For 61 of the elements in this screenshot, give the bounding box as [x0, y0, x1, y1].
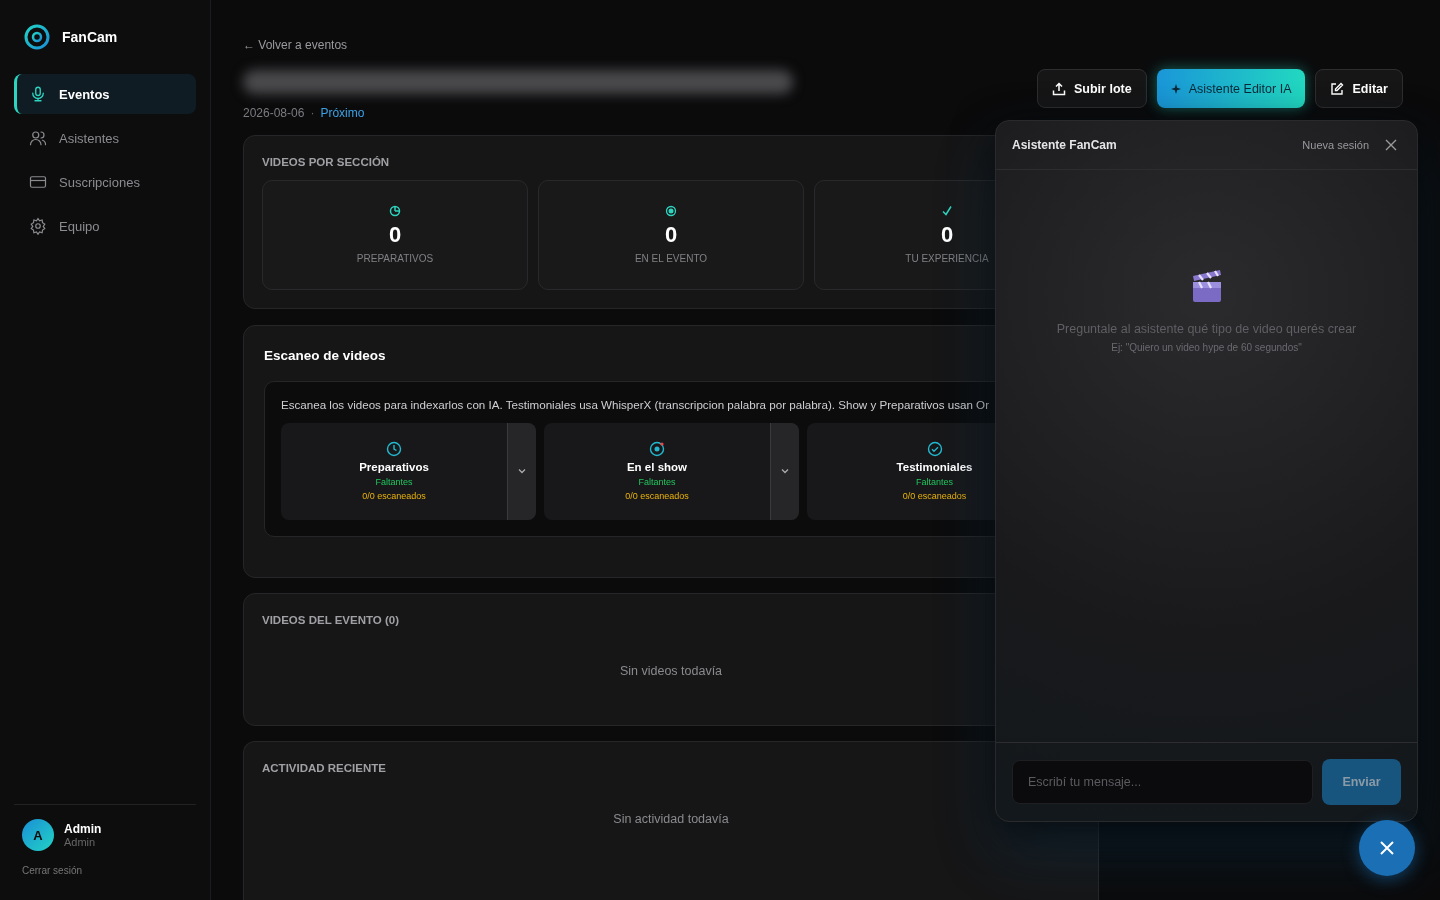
group-name: Preparativos: [359, 461, 429, 474]
card-title: Escaneo de videos: [264, 347, 387, 363]
nav-item[interactable]: Suscripciones: [14, 162, 196, 202]
chat-title: Asistente FanCam: [1012, 138, 1118, 152]
back-link[interactable]: ← Volver a eventos: [243, 38, 1099, 56]
empty-message: Sin actividad todavía: [613, 811, 729, 826]
card-icon: [29, 173, 47, 191]
target-icon: [649, 441, 665, 458]
sparkle-icon: [1170, 83, 1181, 94]
microphone-icon: [29, 85, 47, 103]
check-circle-icon: [926, 441, 943, 458]
settings-icon: [29, 217, 47, 235]
user-avatar: A: [22, 819, 54, 851]
logo-icon: [24, 24, 50, 50]
logout-link[interactable]: Cerrar sesión: [22, 865, 83, 876]
event-status: Próximo: [320, 105, 365, 120]
brand-name: FanCam: [62, 29, 118, 45]
check-icon: [941, 205, 953, 218]
users-icon: [29, 129, 47, 147]
action-button[interactable]: Editar: [1315, 69, 1403, 108]
stat-value: 0: [388, 222, 402, 249]
group-progress: 0/0 escaneados: [902, 491, 967, 502]
group-name: Testimoniales: [896, 461, 973, 474]
card-title: ACTIVIDAD RECIENTE: [262, 761, 387, 774]
event-date: 2026-08-06: [243, 105, 305, 120]
scan-description: Escanea los videos para indexarlos con IA. Testimoniales usa WhisperX (transcripcion palabra por palabra). Show y Preparativos usan Or: [281, 397, 990, 411]
close-icon: [1385, 139, 1397, 151]
group-status: Faltantes: [375, 477, 413, 488]
group-status: Faltantes: [638, 477, 676, 488]
new-session-button[interactable]: Nueva sesión: [1302, 139, 1369, 151]
stat-label: EN EL EVENTO: [634, 253, 708, 265]
message-input[interactable]: Escribí tu mensaje...: [1012, 760, 1313, 804]
dot-icon: [665, 205, 677, 218]
action-button[interactable]: Asistente Editor IA: [1156, 69, 1306, 108]
stat-label: PREPARATIVOS: [356, 253, 434, 265]
card-title: VIDEOS DEL EVENTO (0): [262, 613, 400, 626]
nav-item[interactable]: Equipo: [14, 206, 196, 246]
group-status: Faltantes: [916, 477, 953, 488]
stat-label: TU EXPERIENCIA: [905, 253, 989, 265]
clock-icon: [386, 441, 402, 458]
edit-icon: [1330, 81, 1345, 96]
pie-icon: [389, 205, 401, 218]
user-role: Admin: [64, 836, 97, 848]
clapperboard-icon: [1190, 268, 1223, 304]
stat-value: 0: [940, 222, 954, 249]
chat-example: Ej: "Quiero un video hype de 60 segundos": [1111, 342, 1302, 353]
separator: ·: [310, 105, 315, 120]
group-name: En el show: [626, 461, 688, 474]
group-progress: 0/0 escaneados: [625, 491, 689, 502]
group-progress: 0/0 escaneados: [362, 491, 426, 502]
stat-value: 0: [664, 222, 678, 249]
card-title: VIDEOS POR SECCIÓN: [262, 155, 391, 168]
nav-item[interactable]: Eventos: [14, 74, 196, 114]
empty-message: Sin videos todavía: [619, 663, 723, 678]
upload-icon: [1052, 81, 1066, 96]
user-name: Admin: [64, 822, 102, 836]
close-icon: [1380, 841, 1394, 855]
chat-prompt: Preguntale al asistente qué tipo de video querés crear: [1056, 322, 1357, 336]
close-chat-button[interactable]: [1359, 820, 1415, 876]
action-button[interactable]: Subir lote: [1037, 69, 1147, 108]
nav-item[interactable]: Asistentes: [14, 118, 196, 158]
